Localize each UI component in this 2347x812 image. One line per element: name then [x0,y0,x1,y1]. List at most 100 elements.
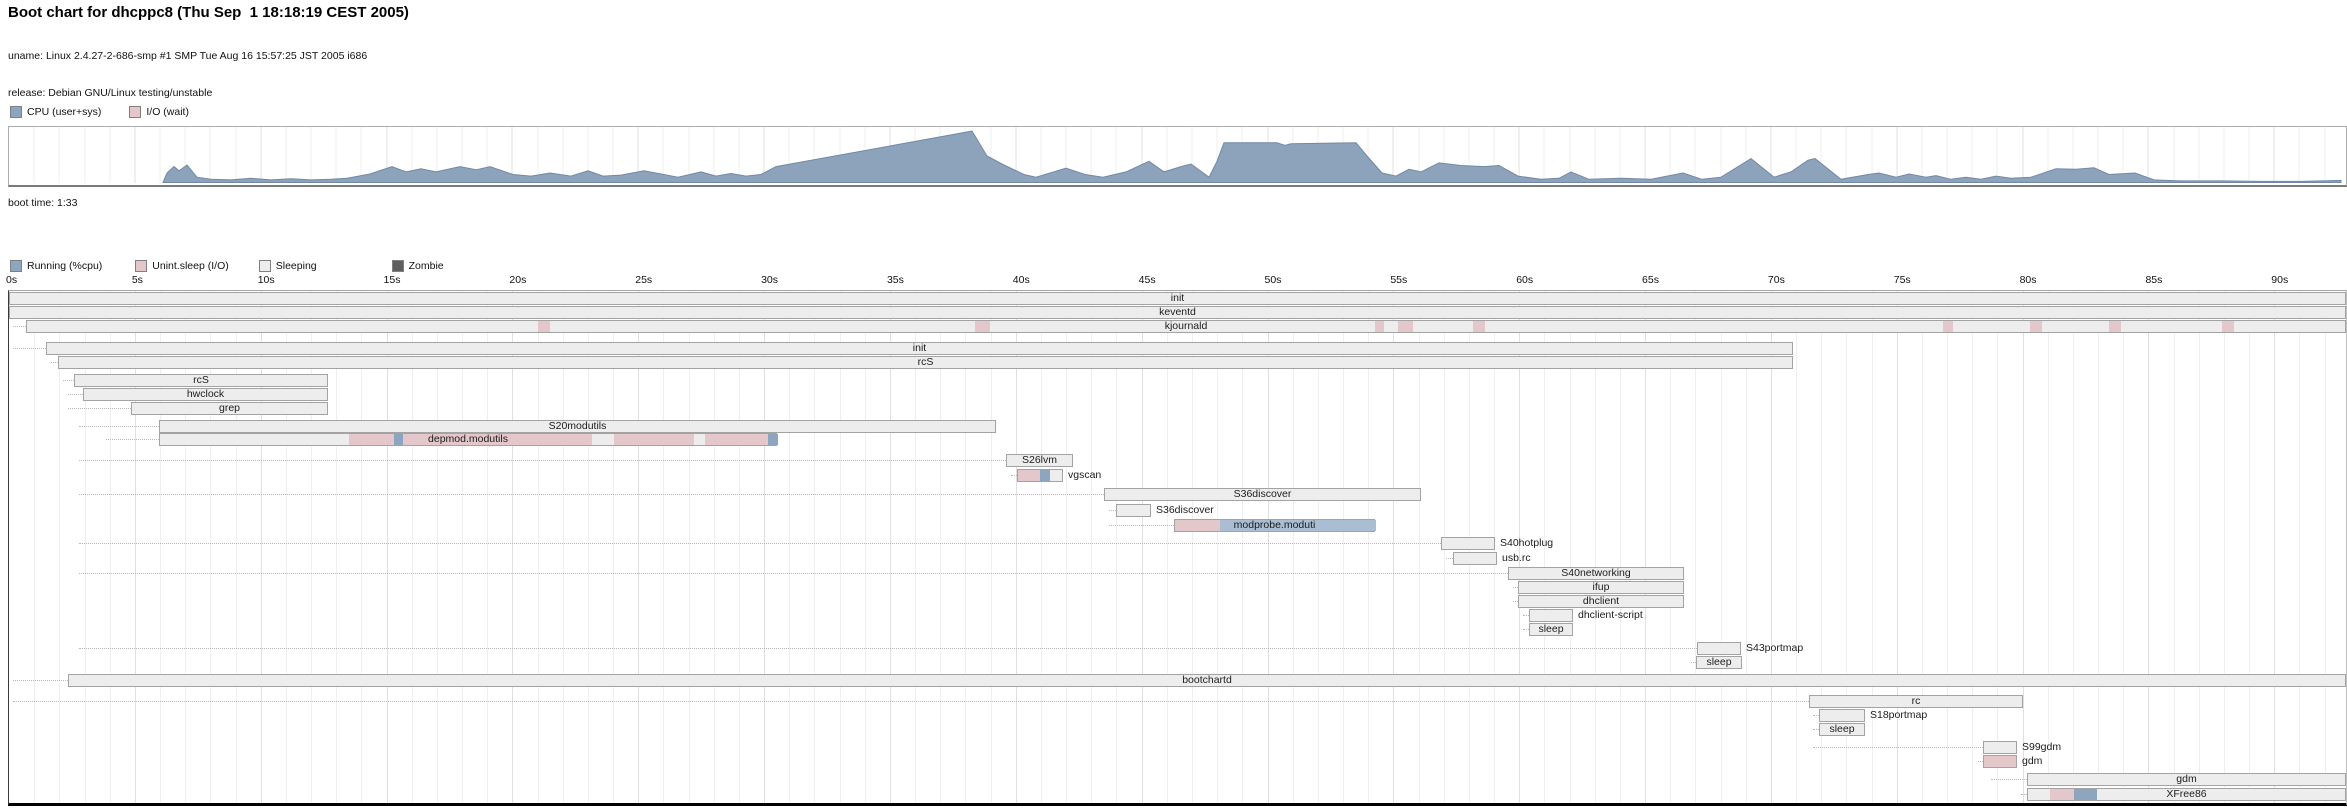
gridline [2249,291,2250,803]
tree-connector [79,460,1006,461]
tree-connector [1109,510,1116,511]
axis-tick-label: 80s [2020,274,2037,286]
process-label: kjournald [26,320,2346,333]
process-bar [1983,741,2017,754]
tree-connector [63,380,74,381]
tree-connector [79,543,1441,544]
process-label: init [46,342,1793,355]
process-label: depmod.modutils [159,433,777,446]
legend-swatch-icon [392,260,404,272]
axis-tick-label: 60s [1516,274,1533,286]
uname-line: uname: Linux 2.4.27-2-686-smp #1 SMP Tue… [8,50,367,62]
gridline [2224,291,2225,803]
legend-label: I/O (wait) [146,106,189,118]
legend-swatch-icon [10,260,22,272]
process-label: S40networking [1508,567,1684,580]
gridline [1922,291,1923,803]
tree-connector [1446,558,1453,559]
gridline [1947,291,1948,803]
process-label: modprobe.moduti [1174,519,1375,532]
process-label: S20modutils [159,420,996,433]
cpu-usage-area [163,131,2341,182]
process-label: usb.rc [1502,552,1531,565]
process-label: ifup [1518,581,1684,594]
tree-connector [13,348,46,349]
process-bar [1017,469,1063,482]
process-label: S40hotplug [1500,537,1553,550]
cpu-utilization-chart [8,126,2347,187]
gridline [2073,291,2074,803]
process-label: rcS [74,374,328,387]
gridline [1972,291,1973,803]
legend-label: Zombie [409,260,444,272]
gridline [2023,291,2024,803]
process-label: rc [1809,695,2023,708]
gridline [2098,291,2099,803]
tree-connector [1991,779,2027,780]
gridline [1796,291,1797,803]
tree-connector [68,408,131,409]
legend-item: Zombie [392,260,444,272]
tree-connector [13,701,1809,702]
axis-tick-label: 90s [2271,274,2288,286]
legend-item: Unint.sleep (I/O) [135,260,228,272]
process-chart-legend: Running (%cpu) Unint.sleep (I/O) Sleeping Z… [10,260,472,272]
boot-time-line: boot time: 1:33 [8,197,367,209]
legend-label: Running (%cpu) [27,260,102,272]
legend-item: Sleeping [259,260,317,272]
legend-swatch-icon [259,260,271,272]
axis-tick-label: 20s [509,274,526,286]
axis-tick-label: 15s [384,274,401,286]
gridline [1897,291,1898,803]
cpu-chart-legend: CPU (user+sys) I/O (wait) [10,106,217,118]
process-label: bootchartd [68,674,2346,687]
tree-connector [79,573,1508,574]
legend-label: Sleeping [276,260,317,272]
process-state-segment [1018,470,1040,481]
process-bar [1983,755,2017,768]
process-label: XFree86 [2027,788,2346,801]
process-label: S36discover [1156,504,1214,517]
axis-tick-label: 45s [1139,274,1156,286]
gridline [2174,291,2175,803]
legend-item: Running (%cpu) [10,260,102,272]
release-line: release: Debian GNU/Linux testing/unstab… [8,87,367,99]
legend-item: I/O (wait) [129,106,189,118]
axis-tick-label: 70s [1768,274,1785,286]
process-label: S18portmap [1870,709,1927,722]
gridline [2299,291,2300,803]
tree-connector [79,494,1104,495]
process-gantt-chart: initkeventdkjournaldinitrcSrcShwclockgre… [8,290,2347,806]
gridline [1872,291,1873,803]
process-label: S99gdm [2022,741,2061,754]
gridline [2199,291,2200,803]
axis-tick-label: 75s [1894,274,1911,286]
legend-swatch-icon [129,106,141,118]
process-bar [1116,504,1151,517]
axis-tick-label: 55s [1390,274,1407,286]
axis-tick-label: 10s [258,274,275,286]
axis-tick-label: 0s [6,274,17,286]
process-bar [1453,552,1497,565]
axis-tick-label: 30s [761,274,778,286]
axis-tick-label: 40s [1013,274,1030,286]
legend-item: CPU (user+sys) [10,106,101,118]
process-label: S36discover [1104,488,1421,501]
process-bar [1441,537,1495,550]
process-label: hwclock [83,388,328,401]
gridline [2048,291,2049,803]
tree-connector [68,394,83,395]
tree-connector [106,439,159,440]
process-label: S26lvm [1006,454,1073,467]
gridline [34,291,35,803]
bootchart-page: Boot chart for dhcppc8 (Thu Sep 1 18:18:… [0,0,2347,812]
process-label: sleep [1819,723,1865,736]
page-title: Boot chart for dhcppc8 (Thu Sep 1 18:18:… [8,4,409,21]
process-label: gdm [2027,773,2346,786]
process-label: init [9,292,2346,305]
gridline [2325,291,2326,803]
process-label: vgscan [1068,469,1101,482]
process-label: keventd [9,306,2346,319]
process-bar [1697,642,1741,655]
axis-tick-label: 5s [132,274,143,286]
